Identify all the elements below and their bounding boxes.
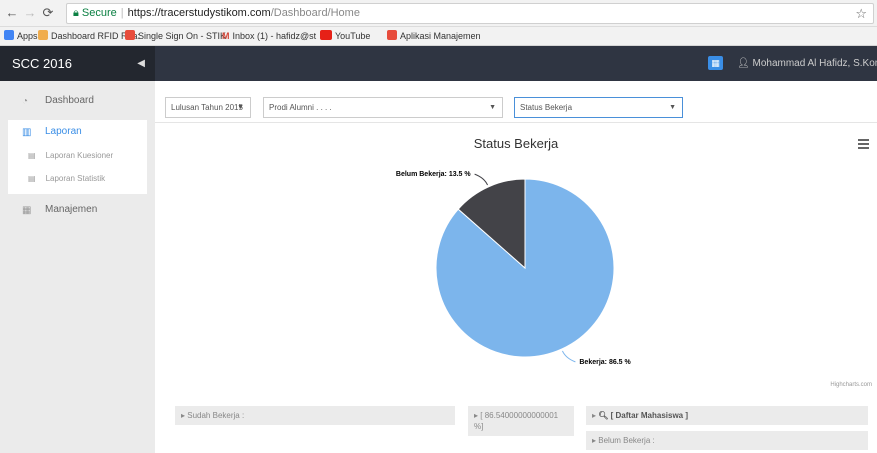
sidebar-item-laporan[interactable]: ▥ Laporan	[0, 122, 155, 142]
sidebar-subitem-statistik[interactable]: ▤ Laporan Statistik	[28, 173, 105, 185]
table-icon: ▦	[22, 205, 32, 216]
status-select[interactable]: Status Bekerja ▼	[514, 97, 683, 118]
bar-chart-icon: ▥	[22, 127, 32, 138]
rfid-icon	[38, 30, 48, 40]
bookmark-sso[interactable]: Single Sign On - STIK	[125, 30, 226, 43]
chart-container: Status Bekerja Bekerja: 86.5 % Belum Beke…	[155, 130, 877, 398]
user-menu[interactable]: 👤︎ Mohammad Al Hafidz, S.Kom ▾	[737, 46, 877, 81]
list-icon: ▤	[28, 151, 36, 160]
pie-chart: Bekerja: 86.5 % Belum Bekerja: 13.5 %	[396, 171, 632, 366]
prodi-select[interactable]: Prodi Alumni . . . . ▼	[263, 97, 503, 118]
info-sudah-bekerja: ▸ Sudah Bekerja :	[175, 406, 455, 425]
caret-down-icon: ▼	[237, 104, 244, 111]
url-path: /Dashboard/Home	[270, 7, 360, 19]
stikom-icon	[125, 30, 135, 40]
back-icon[interactable]: ←	[4, 5, 20, 21]
url-host: https://tracerstudystikom.com	[127, 7, 271, 19]
apps-grid-button[interactable]: ▦	[708, 56, 723, 70]
year-select[interactable]: Lulusan Tahun 2015 ▼	[165, 97, 251, 118]
url-field[interactable]: 🔒︎ Secure | https://tracerstudystikom.com/…	[66, 3, 874, 24]
sidebar-item-dashboard[interactable]: ◔ Dashboard	[0, 91, 155, 111]
dashboard-icon: ◔	[22, 96, 29, 107]
youtube-icon	[320, 30, 332, 40]
lock-icon: 🔒︎	[73, 7, 79, 19]
info-daftar-mahasiswa[interactable]: ▸ 🔍︎ [ Daftar Mahasiswa ]	[586, 406, 868, 425]
reload-icon[interactable]: ⟳	[40, 5, 56, 21]
collapse-sidebar-icon[interactable]: ◀	[137, 46, 145, 81]
list-icon: ▤	[28, 174, 36, 183]
browser-address-bar: ← → ⟳ 🔒︎ Secure | https://tracerstudystiko…	[0, 0, 877, 27]
bookmark-inbox[interactable]: M Inbox (1) - hafidz@st	[222, 30, 316, 43]
pie-data-label: Belum Bekerja: 13.5 %	[396, 171, 471, 178]
sidebar-subitem-kuesioner[interactable]: ▤ Laporan Kuesioner	[28, 150, 113, 162]
forward-icon[interactable]: →	[22, 5, 38, 21]
sidebar: ◔ Dashboard ▥ Laporan ▤ Laporan Kuesioner…	[0, 81, 155, 453]
pie-connector	[561, 350, 576, 363]
sidebar-item-manajemen[interactable]: ▦ Manajemen	[0, 200, 155, 220]
filter-bar: Lulusan Tahun 2015 ▼ Prodi Alumni . . . …	[155, 95, 877, 123]
caret-down-icon: ▼	[669, 104, 676, 111]
bookmark-star-icon[interactable]: ☆	[855, 4, 867, 23]
bookmark-youtube[interactable]: YouTube	[320, 30, 370, 43]
info-belum-bekerja: ▸ Belum Bekerja :	[586, 431, 868, 450]
search-icon: 🔍︎	[598, 411, 609, 420]
chart-credit[interactable]: Highcharts.com	[830, 382, 872, 388]
pie-data-label: Bekerja: 86.5 %	[579, 359, 631, 366]
secure-label: Secure	[81, 7, 117, 19]
pie-connector	[474, 173, 489, 186]
app-topbar: SCC 2016 ◀ ▦ 👤︎ Mohammad Al Hafidz, S.Ko…	[0, 46, 877, 81]
bookmark-apps[interactable]: Apps	[4, 30, 38, 43]
user-icon: 👤︎	[737, 58, 750, 69]
caret-down-icon: ▼	[489, 104, 496, 111]
gmail-icon: M	[222, 31, 230, 41]
info-percent: ▸ [ 86.54000000000001 %]	[468, 406, 574, 436]
bookmarks-bar: Apps Dashboard RFID Rea: Single Sign On …	[0, 27, 877, 46]
apps-grid-icon	[4, 30, 14, 40]
user-name: Mohammad Al Hafidz, S.Kom	[752, 58, 877, 69]
brand-title: SCC 2016	[12, 56, 72, 71]
bookmark-aplikasi[interactable]: Aplikasi Manajemen	[387, 30, 481, 43]
brand: SCC 2016 ◀	[0, 46, 155, 81]
stikom-icon	[387, 30, 397, 40]
